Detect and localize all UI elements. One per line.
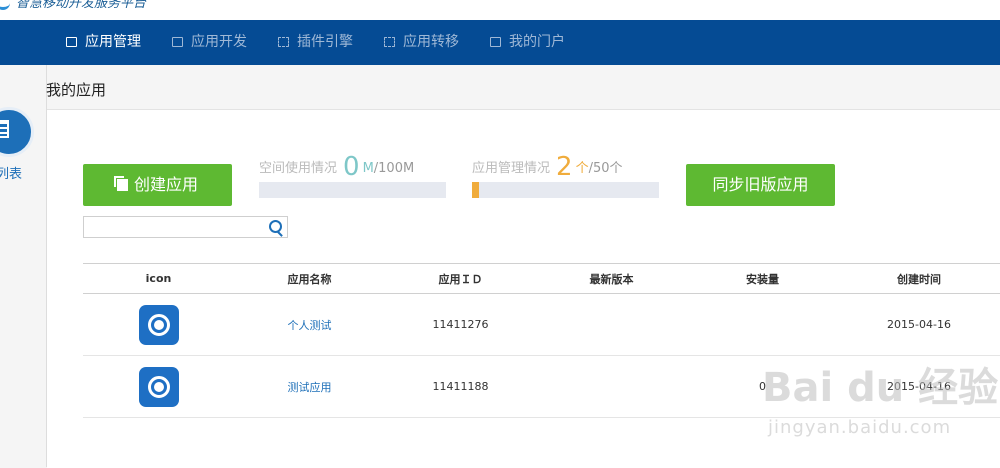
col-header-installs: 安装量 [687, 263, 838, 294]
app-installs-cell: 0 [687, 355, 838, 418]
nav-item-label: 应用转移 [403, 34, 459, 50]
main-nav: 应用管理 应用开发 插件引擎 应用转移 我的门户 [0, 20, 1000, 65]
nav-item-label: 插件引擎 [297, 34, 353, 50]
app-count-bar-fill [472, 182, 480, 198]
app-icon-cell [83, 293, 234, 356]
app-id-cell: 11411188 [385, 355, 536, 418]
new-app-icon [113, 176, 128, 191]
table-row[interactable]: 测试应用 11411188 0 2015-04-16 [83, 355, 1000, 418]
brand-logo[interactable]: 智慧移动开发服务平台 [0, 0, 146, 11]
nav-item-label: 我的门户 [509, 34, 565, 50]
search-icon[interactable] [269, 220, 282, 233]
plugin-engine-icon [278, 37, 289, 47]
app-version-cell [536, 355, 687, 418]
col-header-version: 最新版本 [536, 263, 687, 294]
app-count-unit: 个 [575, 161, 589, 176]
nav-item-app-manage[interactable]: 应用管理 [66, 20, 141, 65]
app-manage-icon [66, 37, 77, 47]
nav-item-plugin-engine[interactable]: 插件引擎 [278, 20, 353, 65]
search-input[interactable] [84, 217, 272, 237]
app-icon[interactable] [138, 366, 179, 407]
space-usage-bar [259, 182, 446, 198]
nav-item-portal[interactable]: 我的门户 [490, 20, 565, 65]
table-row[interactable]: 个人测试 11411276 2015-04-16 [83, 293, 1000, 356]
top-header: 智慧移动开发服务平台 [0, 0, 1000, 20]
app-count-value: 2 [556, 152, 573, 182]
sidebar: 列表 [0, 65, 47, 467]
table-header-row: icon 应用名称 应用ＩＤ 最新版本 安装量 创建时间 [83, 263, 1000, 294]
space-usage-stat: 空间使用情况 0 M/100M [259, 152, 414, 182]
logo-text: 智慧移动开发服务平台 [16, 0, 147, 11]
app-table: icon 应用名称 应用ＩＤ 最新版本 安装量 创建时间 个人测试 114112… [83, 263, 1000, 418]
nav-item-app-develop[interactable]: 应用开发 [172, 20, 247, 65]
app-version-cell [536, 293, 687, 356]
app-list-icon [0, 120, 9, 138]
sidebar-item-app-list[interactable] [0, 107, 34, 157]
app-transfer-icon [384, 37, 395, 47]
create-app-button[interactable]: 创建应用 [83, 164, 232, 206]
app-name-link[interactable]: 个人测试 [288, 319, 332, 332]
app-count-bar [472, 182, 659, 198]
create-app-label: 创建应用 [133, 175, 198, 194]
app-count-total: /50个 [588, 161, 623, 176]
app-icon-cell [83, 355, 234, 418]
col-header-app-name: 应用名称 [234, 263, 385, 294]
logo-mark-icon [0, 0, 10, 10]
sidebar-item-label[interactable]: 列表 [0, 163, 22, 182]
app-name-cell: 测试应用 [234, 355, 385, 418]
app-name-link[interactable]: 测试应用 [288, 381, 332, 394]
space-usage-total: /100M [373, 161, 415, 176]
search-box [83, 216, 288, 238]
space-usage-label: 空间使用情况 [259, 161, 338, 176]
col-header-app-id: 应用ＩＤ [385, 263, 536, 294]
main-panel: 创建应用 空间使用情况 0 M/100M 应用管理情况 2 个/50个 同步旧版应用 i… [47, 109, 1000, 468]
page-title: 我的应用 [46, 81, 107, 99]
nav-item-app-transfer[interactable]: 应用转移 [384, 20, 459, 65]
app-installs-cell [687, 293, 838, 356]
col-header-icon: icon [83, 263, 234, 294]
app-count-label: 应用管理情况 [472, 161, 551, 176]
nav-item-label: 应用管理 [85, 34, 141, 50]
space-usage-unit: M [362, 161, 374, 176]
app-created-cell: 2015-04-16 [838, 355, 1000, 418]
col-header-created: 创建时间 [838, 263, 1000, 294]
portal-icon [490, 37, 501, 47]
app-count-stat: 应用管理情况 2 个/50个 [472, 152, 623, 182]
nav-item-label: 应用开发 [191, 34, 247, 50]
sync-old-apps-button[interactable]: 同步旧版应用 [686, 164, 835, 206]
app-id-cell: 11411276 [385, 293, 536, 356]
app-develop-icon [172, 37, 183, 47]
app-created-cell: 2015-04-16 [838, 293, 1000, 356]
space-usage-value: 0 [343, 152, 360, 182]
app-name-cell: 个人测试 [234, 293, 385, 356]
app-icon[interactable] [138, 304, 179, 345]
